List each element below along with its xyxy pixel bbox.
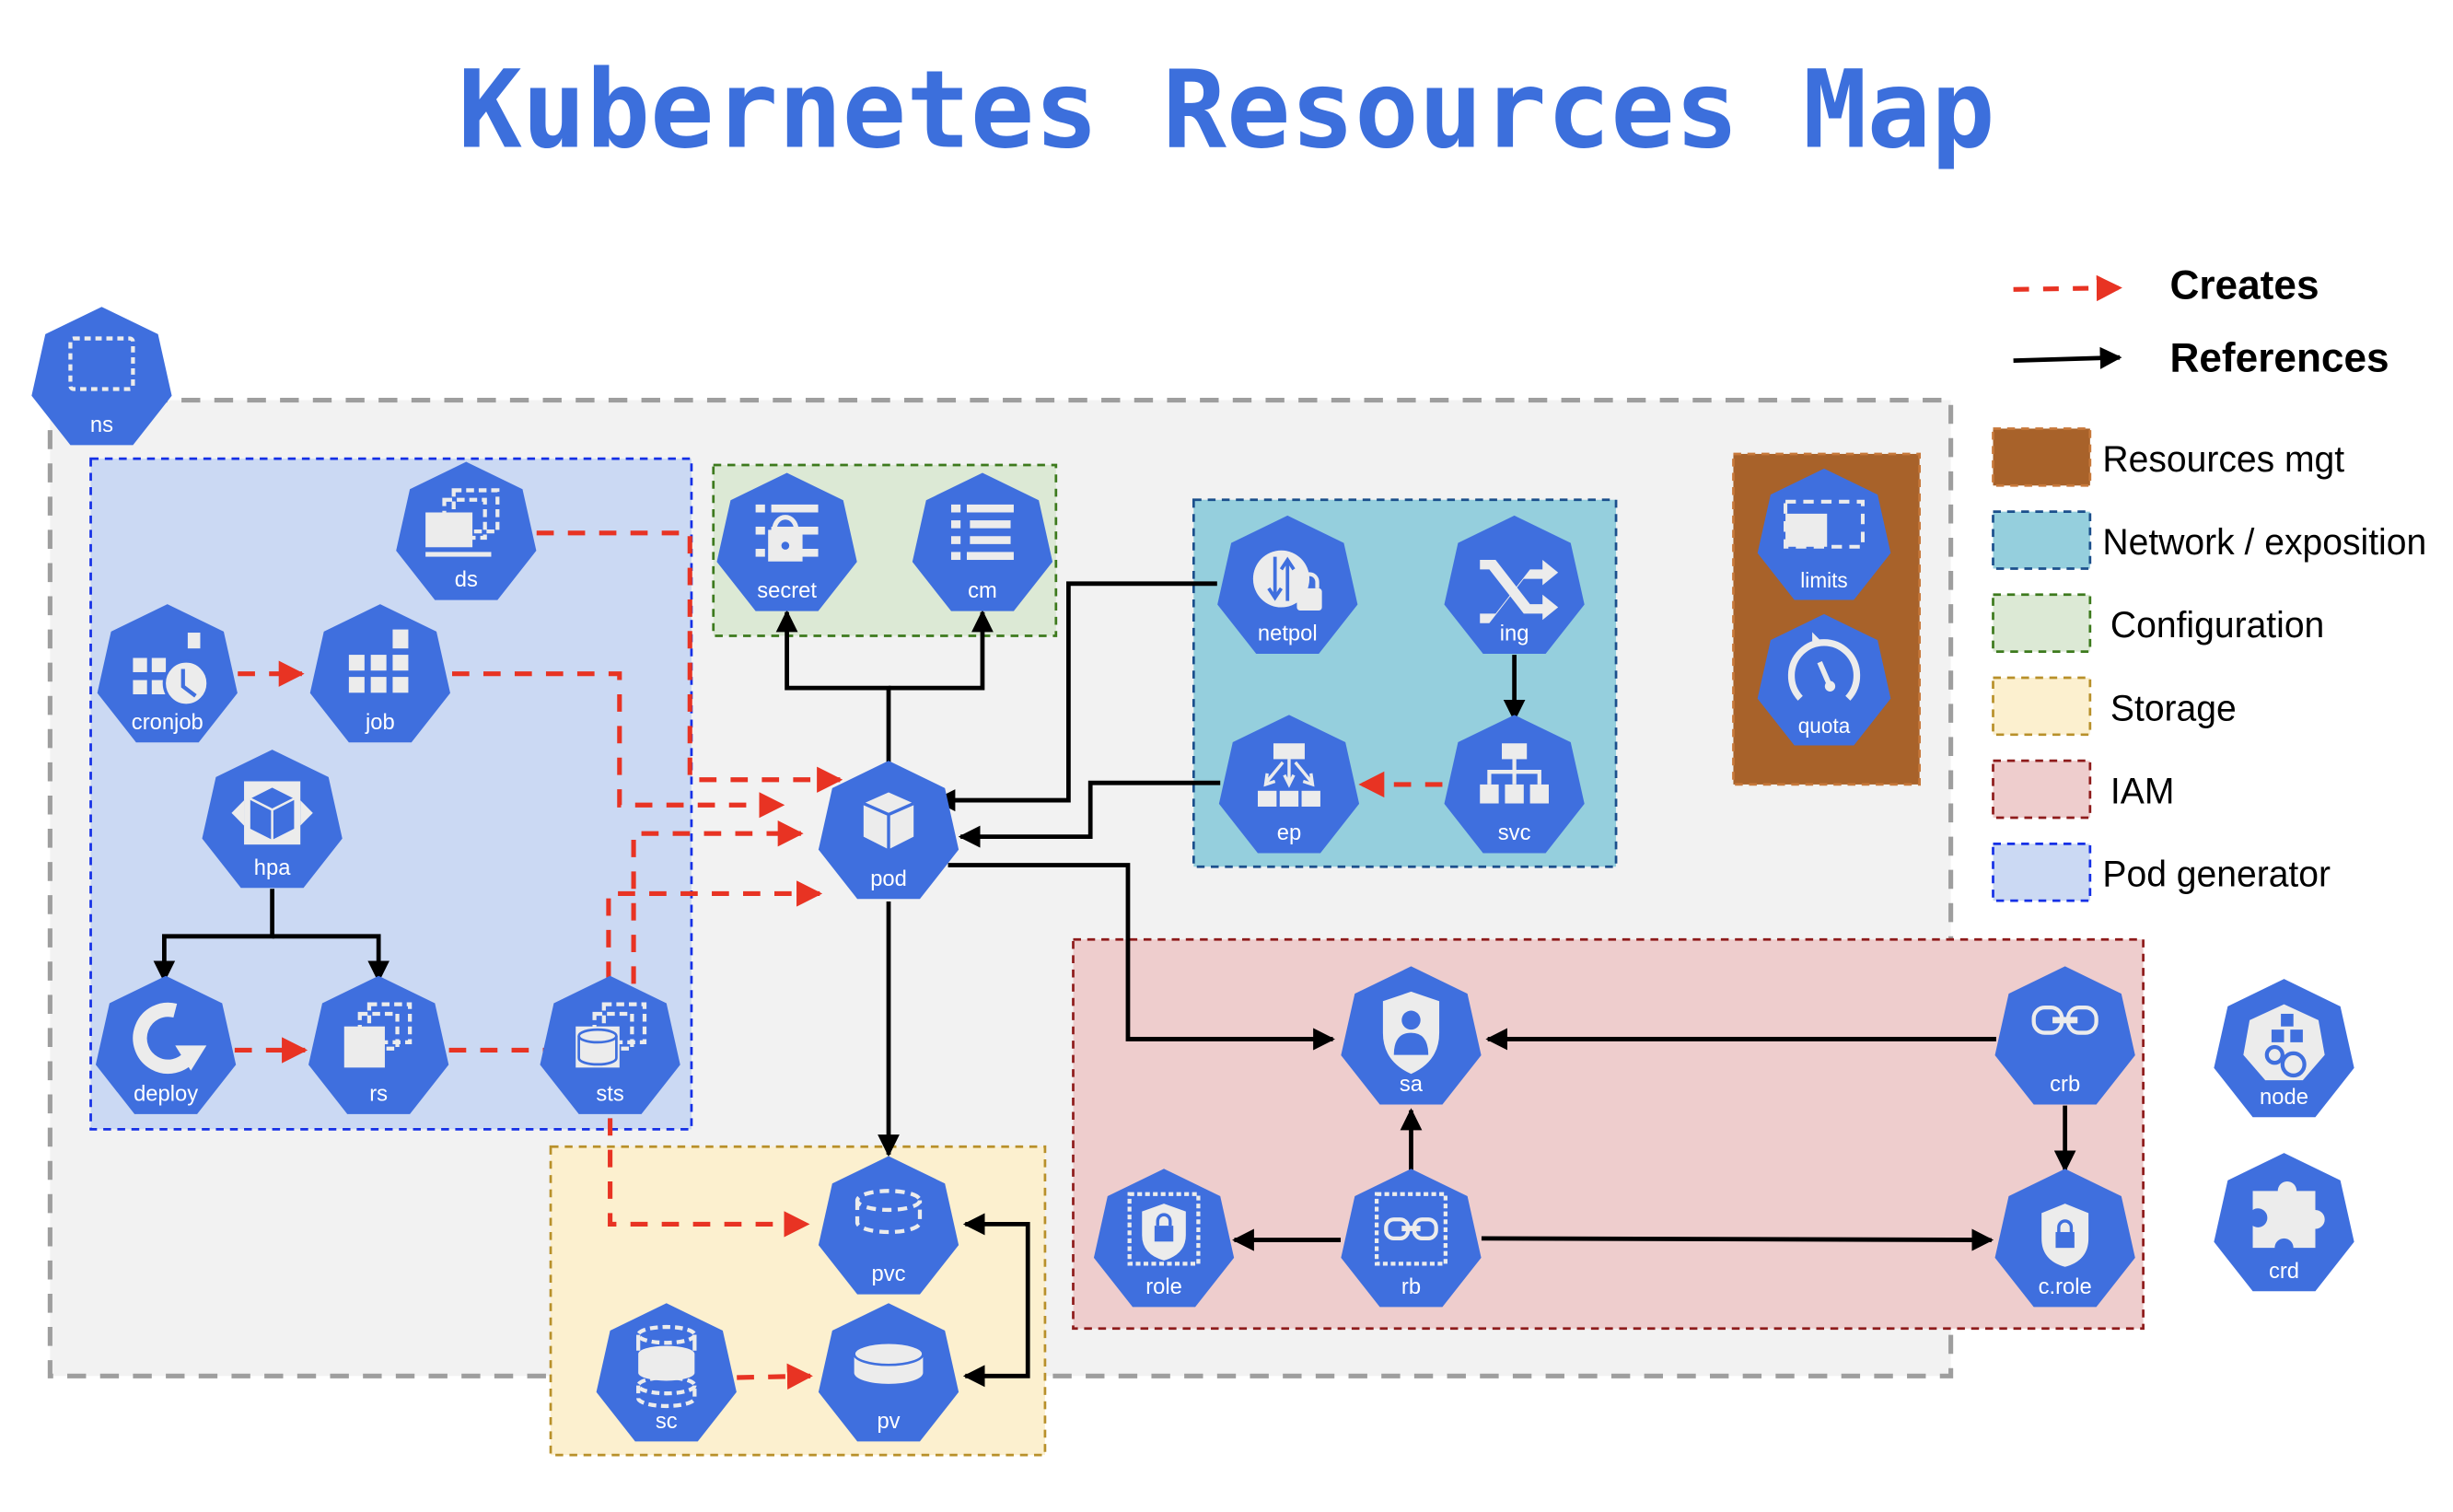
node-label: c.role bbox=[2039, 1274, 2092, 1299]
node-label: pvc bbox=[872, 1262, 906, 1286]
legend-item-podgen: Pod generator bbox=[1992, 842, 2331, 902]
pv-icon bbox=[853, 1341, 924, 1384]
node-label: role bbox=[1145, 1274, 1182, 1299]
node-label: cm bbox=[968, 578, 997, 603]
node-label: secret bbox=[757, 578, 817, 603]
node-label: quota bbox=[1798, 714, 1851, 738]
node-label: node bbox=[2260, 1085, 2308, 1110]
legend-label: Pod generator bbox=[2102, 855, 2331, 895]
legend-swatch bbox=[1992, 759, 2092, 820]
node-label: deploy bbox=[134, 1081, 198, 1106]
legend-item-iam: IAM bbox=[1992, 759, 2174, 820]
node-label: ep bbox=[1277, 820, 1301, 845]
legend-item-storage: Storage bbox=[1992, 676, 2237, 737]
legend-swatch bbox=[1992, 676, 2092, 737]
node-label: ns bbox=[90, 413, 113, 437]
legend-swatch bbox=[1992, 427, 2092, 487]
node-label: svc bbox=[1498, 820, 1531, 845]
node-label: hpa bbox=[254, 855, 291, 880]
node-label: sts bbox=[596, 1081, 623, 1106]
legend: Creates References Resources mgt Network … bbox=[1992, 262, 2426, 902]
cluster-role-icon bbox=[2041, 1204, 2089, 1267]
node-label: job bbox=[365, 710, 395, 735]
legend-item-config: Configuration bbox=[1992, 593, 2324, 654]
legend-references-label: References bbox=[2169, 335, 2389, 380]
node-label: ing bbox=[1500, 622, 1529, 646]
legend-groups: Resources mgt Network / exposition Configu… bbox=[1992, 427, 2426, 902]
node-label: rs bbox=[369, 1081, 388, 1106]
node-node[interactable]: node bbox=[2214, 979, 2354, 1118]
edge-rb-crole bbox=[1481, 1228, 1994, 1251]
legend-references-line bbox=[2013, 346, 2122, 369]
node-label: sc bbox=[656, 1409, 678, 1434]
legend-label: Network / exposition bbox=[2102, 522, 2426, 563]
node-label: rb bbox=[1401, 1274, 1421, 1299]
node-label: sa bbox=[1400, 1072, 1424, 1097]
kubernetes-resources-map: Kubernetes Resources Map nsdscronjob job… bbox=[31, 48, 2426, 1457]
node-label: ds bbox=[455, 567, 478, 592]
legend-item-network: Network / exposition bbox=[1992, 510, 2426, 570]
legend-item-resources: Resources mgt bbox=[1992, 427, 2344, 487]
legend-label: IAM bbox=[2110, 771, 2174, 811]
node-label: limits bbox=[1800, 568, 1847, 592]
node-label: crd bbox=[2269, 1259, 2299, 1284]
legend-label: Storage bbox=[2110, 688, 2237, 728]
node-label: crb bbox=[2050, 1072, 2080, 1097]
page-title: Kubernetes Resources Map bbox=[458, 48, 1994, 173]
legend-creates-label: Creates bbox=[2169, 262, 2319, 308]
group-iam bbox=[1072, 937, 2145, 1331]
node-crd[interactable]: crd bbox=[2214, 1153, 2354, 1292]
legend-label: Resources mgt bbox=[2102, 439, 2344, 480]
legend-swatch bbox=[1992, 593, 2092, 654]
legend-swatch bbox=[1992, 510, 2092, 570]
node-label: pod bbox=[870, 866, 907, 891]
node-label: netpol bbox=[1258, 622, 1318, 646]
legend-label: Configuration bbox=[2110, 605, 2324, 646]
node-label: pv bbox=[877, 1409, 900, 1434]
legend-creates-line bbox=[2013, 274, 2122, 302]
legend-swatch bbox=[1992, 842, 2092, 902]
node-label: cronjob bbox=[132, 710, 203, 735]
